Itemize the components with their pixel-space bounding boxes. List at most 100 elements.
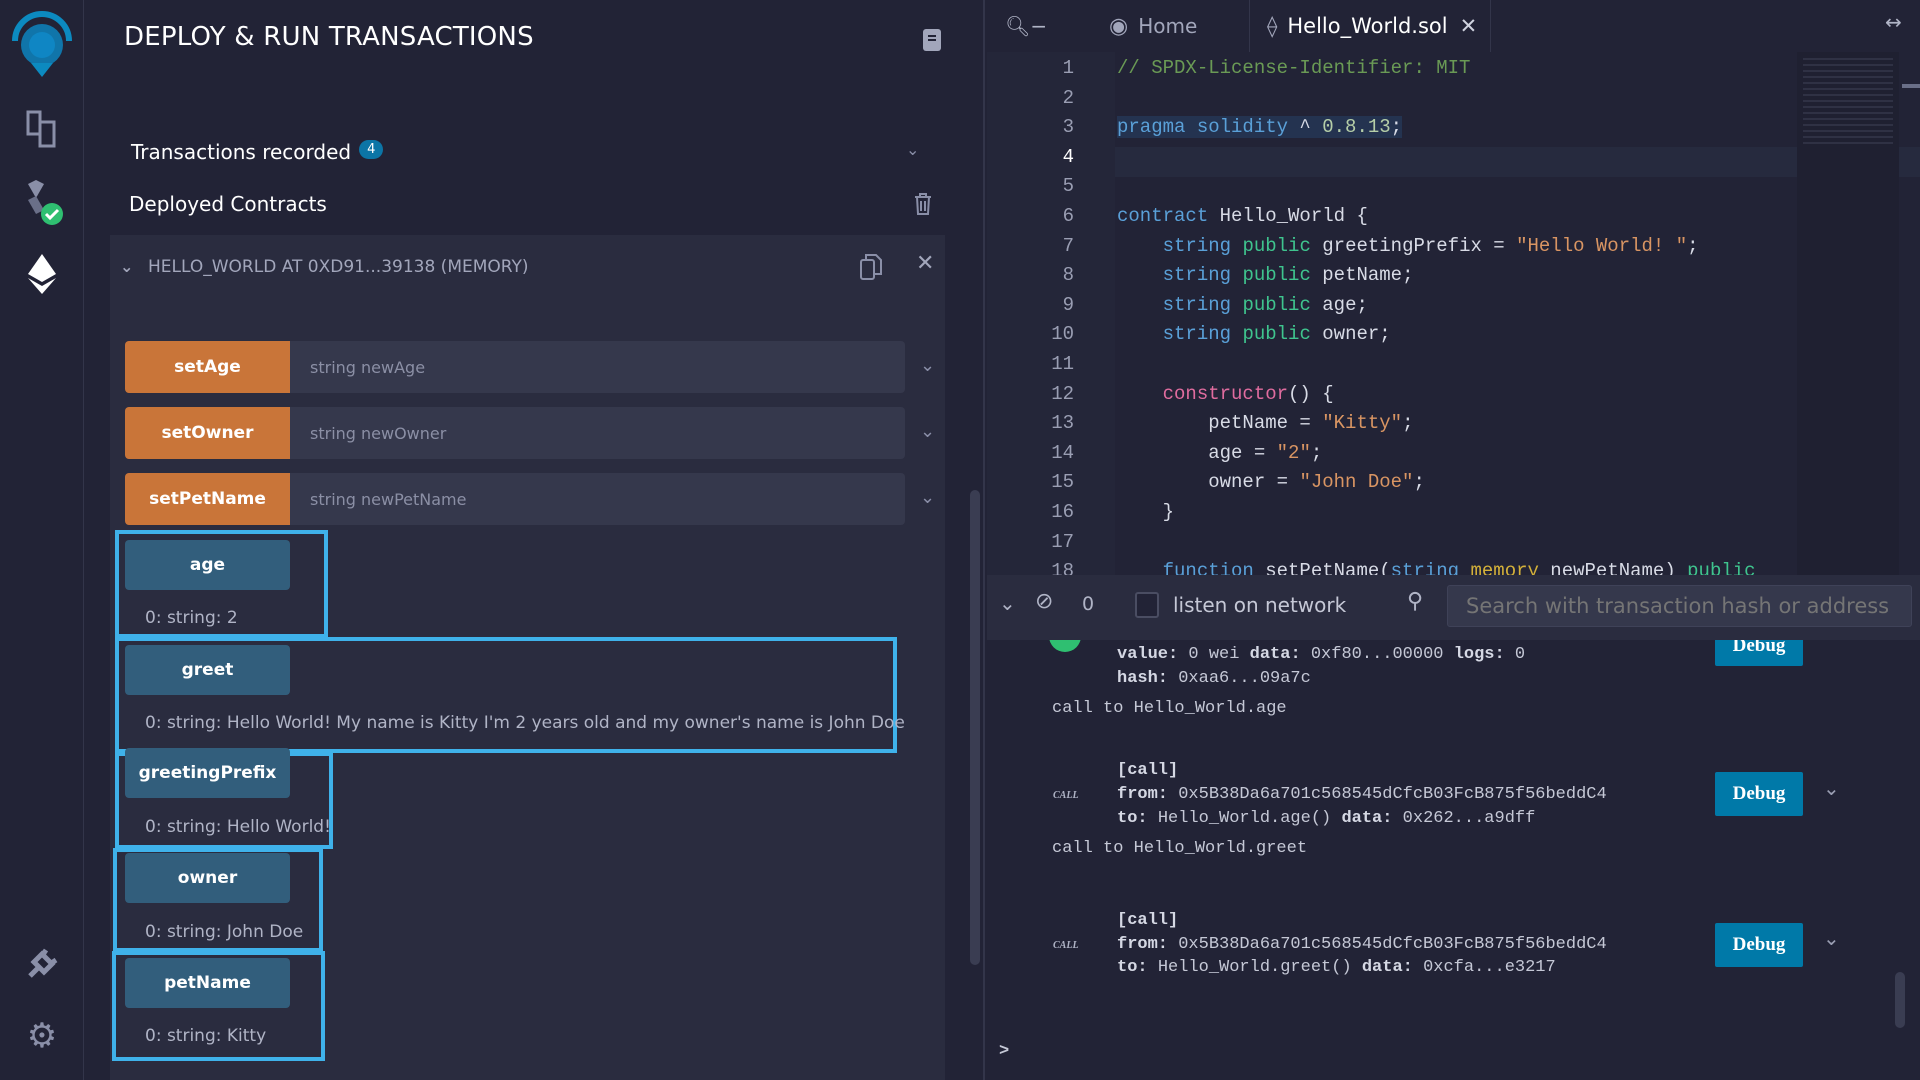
listen-label: listen on network <box>1173 593 1347 617</box>
documentation-icon[interactable] <box>922 28 942 56</box>
line-number: 16 <box>1051 501 1074 523</box>
call-to-line: to: Hello_World.age() data: 0x262...a9df… <box>1117 809 1536 828</box>
chevron-down-icon[interactable]: ⌄ <box>1823 926 1840 950</box>
transactions-count-badge: 4 <box>359 140 384 159</box>
zoom-out-icon[interactable]: 🔍︎− <box>1005 14 1047 38</box>
tx-value-line: value: 0 wei data: 0xf80...00000 logs: 0 <box>1117 645 1526 664</box>
setOwner-input[interactable] <box>290 407 905 459</box>
call-kind: [call] <box>1117 911 1179 930</box>
success-check-icon <box>1049 640 1081 652</box>
line-number: 2 <box>1062 86 1074 109</box>
line-number: 15 <box>1051 471 1074 494</box>
terminal-prompt[interactable]: > <box>999 1042 1009 1061</box>
setAge-input[interactable] <box>290 341 905 393</box>
greet-result: 0: string: Hello World! My name is Kitty… <box>145 713 905 733</box>
close-tab-icon[interactable]: ✕ <box>1460 14 1478 38</box>
line-number: 7 <box>1062 234 1074 257</box>
line-number: 12 <box>1051 382 1074 405</box>
chevron-down-icon[interactable]: ⌄ <box>920 355 935 376</box>
terminal-scrollbar[interactable] <box>1895 972 1905 1028</box>
call-kind: [call] <box>1117 761 1179 780</box>
call-from-line: from: 0x5B38Da6a701c568545dCfcB03FcB875f… <box>1117 785 1607 804</box>
call-to-line: to: Hello_World.greet() data: 0xcfa...e3… <box>1117 958 1556 977</box>
call-badge: CALL <box>1053 940 1079 951</box>
minimap[interactable] <box>1797 52 1899 575</box>
debug-button[interactable]: Debug <box>1715 640 1803 666</box>
call-greet-log: call to Hello_World.greet <box>1052 839 1308 858</box>
settings-icon[interactable]: ⚙ <box>18 1012 66 1060</box>
terminal-toolbar: ⌄ ⊘ 0 listen on network ⚲ <box>987 575 1920 640</box>
line-number: 9 <box>1062 293 1074 316</box>
chevron-down-icon[interactable]: ⌄ <box>920 487 935 508</box>
transactions-recorded[interactable]: Transactions recorded 4 <box>131 140 384 164</box>
greetingPrefix-button[interactable]: greetingPrefix <box>125 748 290 798</box>
line-number: 6 <box>1062 205 1074 227</box>
function-row-setAge: setAge ⌄ <box>125 341 935 393</box>
editor-tab-bar: 🔍︎− ◉ Home ⟠ Hello_World.sol ✕ ↔ <box>987 0 1920 52</box>
copy-address-icon[interactable] <box>860 253 882 285</box>
code-editor[interactable]: 1 2 3 4 5 6 7 8 9 10 11 12 13 14 15 16 17 18 // SPDX-Lice… <box>987 52 1920 575</box>
close-icon[interactable]: ✕ <box>916 251 934 276</box>
call-from-line: from: 0x5B38Da6a701c568545dCfcB03FcB875f… <box>1117 935 1607 954</box>
tab-hello-world[interactable]: ⟠ Hello_World.sol ✕ <box>1267 0 1477 52</box>
age-result: 0: string: 2 <box>145 608 238 628</box>
deploy-run-icon[interactable] <box>18 250 66 298</box>
transaction-search-input[interactable] <box>1447 585 1912 627</box>
debug-button[interactable]: Debug <box>1715 923 1803 967</box>
panel-scrollbar[interactable] <box>970 490 980 965</box>
line-number: 3 <box>1062 116 1074 139</box>
solidity-file-icon: ⟠ <box>1267 14 1278 38</box>
setOwner-button[interactable]: setOwner <box>125 407 290 459</box>
line-number: 5 <box>1062 175 1074 198</box>
deployed-contracts-label: Deployed Contracts <box>129 192 327 216</box>
chevron-down-icon[interactable]: ⌄ <box>906 140 919 159</box>
debug-button[interactable]: Debug <box>1715 772 1803 816</box>
age-button[interactable]: age <box>125 540 290 590</box>
setAge-button[interactable]: setAge <box>125 341 290 393</box>
line-number: 13 <box>1051 412 1074 435</box>
search-icon: ⚲ <box>1407 589 1424 614</box>
collapse-chevron-icon[interactable]: ⌄ <box>120 257 133 276</box>
tx-hash-line: hash: 0xaa6...09a7c <box>1117 669 1311 688</box>
tab-home[interactable]: ◉ Home <box>1109 0 1197 52</box>
line-number: 10 <box>1051 323 1074 346</box>
remix-home-icon: ◉ <box>1109 13 1129 39</box>
remix-logo-icon[interactable] <box>8 11 76 77</box>
clear-console-icon[interactable]: ⊘ <box>1035 589 1053 614</box>
line-number: 1 <box>1062 57 1074 79</box>
solidity-compiler-icon[interactable] <box>18 178 66 226</box>
expand-horizontal-icon[interactable]: ↔ <box>1885 10 1902 34</box>
chevron-down-icon[interactable]: ⌄ <box>920 421 935 442</box>
function-row-setOwner: setOwner ⌄ <box>125 407 935 459</box>
transactions-recorded-label: Transactions recorded <box>131 140 352 164</box>
pending-tx-count: 0 <box>1082 593 1095 615</box>
setPetName-input[interactable] <box>290 473 905 525</box>
tab-file-label: Hello_World.sol <box>1287 14 1448 38</box>
call-age-log: call to Hello_World.age <box>1052 699 1287 718</box>
tab-home-label: Home <box>1138 14 1198 38</box>
line-number: 8 <box>1062 264 1074 287</box>
chevron-down-icon[interactable]: ⌄ <box>1823 776 1840 800</box>
minimize-terminal-icon[interactable]: ⌄ <box>999 591 1016 615</box>
owner-result: 0: string: John Doe <box>145 922 304 942</box>
icon-sidebar: ⚙ <box>0 0 84 1080</box>
call-badge: CALL <box>1053 790 1079 801</box>
greet-button[interactable]: greet <box>125 645 290 695</box>
line-number: 4 <box>1062 145 1074 168</box>
deploy-run-panel: DEPLOY & RUN TRANSACTIONS Transactions r… <box>84 0 985 1080</box>
terminal-log: Debug value: 0 wei data: 0xf80...00000 l… <box>987 640 1920 1080</box>
plugin-manager-icon[interactable] <box>18 940 66 988</box>
panel-title: DEPLOY & RUN TRANSACTIONS <box>124 22 534 52</box>
trash-icon[interactable] <box>914 193 932 219</box>
line-number: 14 <box>1051 441 1074 464</box>
owner-button[interactable]: owner <box>125 853 290 903</box>
listen-checkbox[interactable] <box>1135 592 1159 618</box>
file-explorer-icon[interactable] <box>18 104 66 152</box>
function-row-setPetName: setPetName ⌄ <box>125 473 935 525</box>
setPetName-button[interactable]: setPetName <box>125 473 290 525</box>
line-number: 17 <box>1051 530 1074 553</box>
petName-button[interactable]: petName <box>125 958 290 1008</box>
line-number: 11 <box>1051 353 1074 375</box>
editor-scrollbar[interactable] <box>1902 84 1920 88</box>
contract-header[interactable]: HELLO_WORLD AT 0XD91...39138 (MEMORY) <box>148 257 529 277</box>
